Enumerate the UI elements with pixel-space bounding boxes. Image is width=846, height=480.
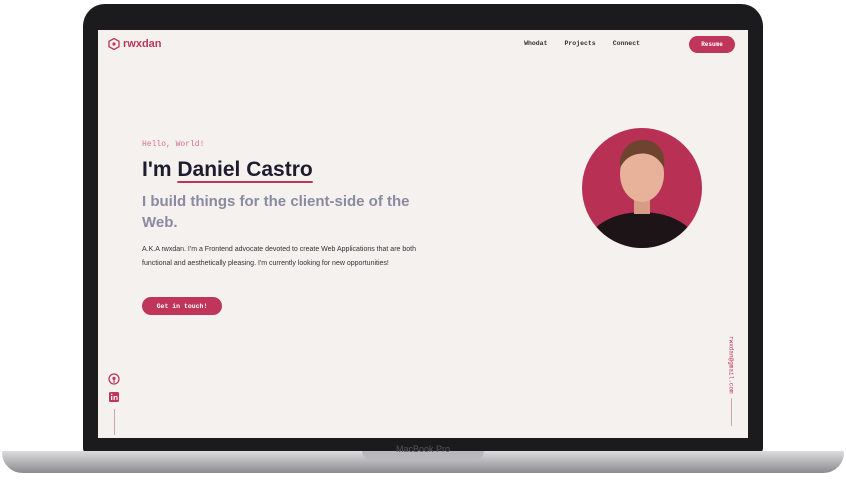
logo-text: rwxdan bbox=[123, 38, 162, 50]
linkedin-icon[interactable] bbox=[108, 391, 120, 403]
nav-link-whodat[interactable]: Whodat bbox=[524, 40, 547, 47]
nav-link-connect[interactable]: Connect bbox=[613, 40, 640, 47]
greeting-text: Hello, World! bbox=[142, 140, 205, 149]
author-name: Daniel Castro bbox=[177, 158, 313, 181]
avatar bbox=[582, 128, 702, 248]
site-logo[interactable]: rwxdan bbox=[108, 38, 162, 50]
email-sidebar: rwxdan@gmail.com bbox=[722, 336, 740, 426]
social-divider-line bbox=[113, 409, 115, 435]
hero-subtitle: I build things for the client-side of th… bbox=[142, 193, 410, 231]
website-screen: rwxdan Whodat Projects Connect Resume He… bbox=[98, 30, 748, 438]
page-title: I'm Daniel Castro bbox=[142, 158, 313, 182]
social-links bbox=[108, 373, 120, 435]
resume-button[interactable]: Resume bbox=[689, 36, 735, 53]
email-divider-line bbox=[730, 397, 732, 426]
main-nav: Whodat Projects Connect bbox=[524, 40, 640, 47]
nav-link-projects[interactable]: Projects bbox=[564, 40, 595, 47]
github-icon[interactable] bbox=[108, 373, 120, 385]
headline-prefix: I'm bbox=[142, 158, 178, 181]
get-in-touch-button[interactable]: Get in touch! bbox=[142, 297, 222, 315]
email-link[interactable]: rwxdan@gmail.com bbox=[728, 336, 735, 394]
hexagon-logo-icon bbox=[108, 38, 120, 50]
profile-portrait bbox=[586, 139, 698, 248]
bio-paragraph: A.K.A rwxdan. I'm a Frontend advocate de… bbox=[142, 246, 416, 267]
device-label: MacBook Pro bbox=[395, 444, 451, 454]
